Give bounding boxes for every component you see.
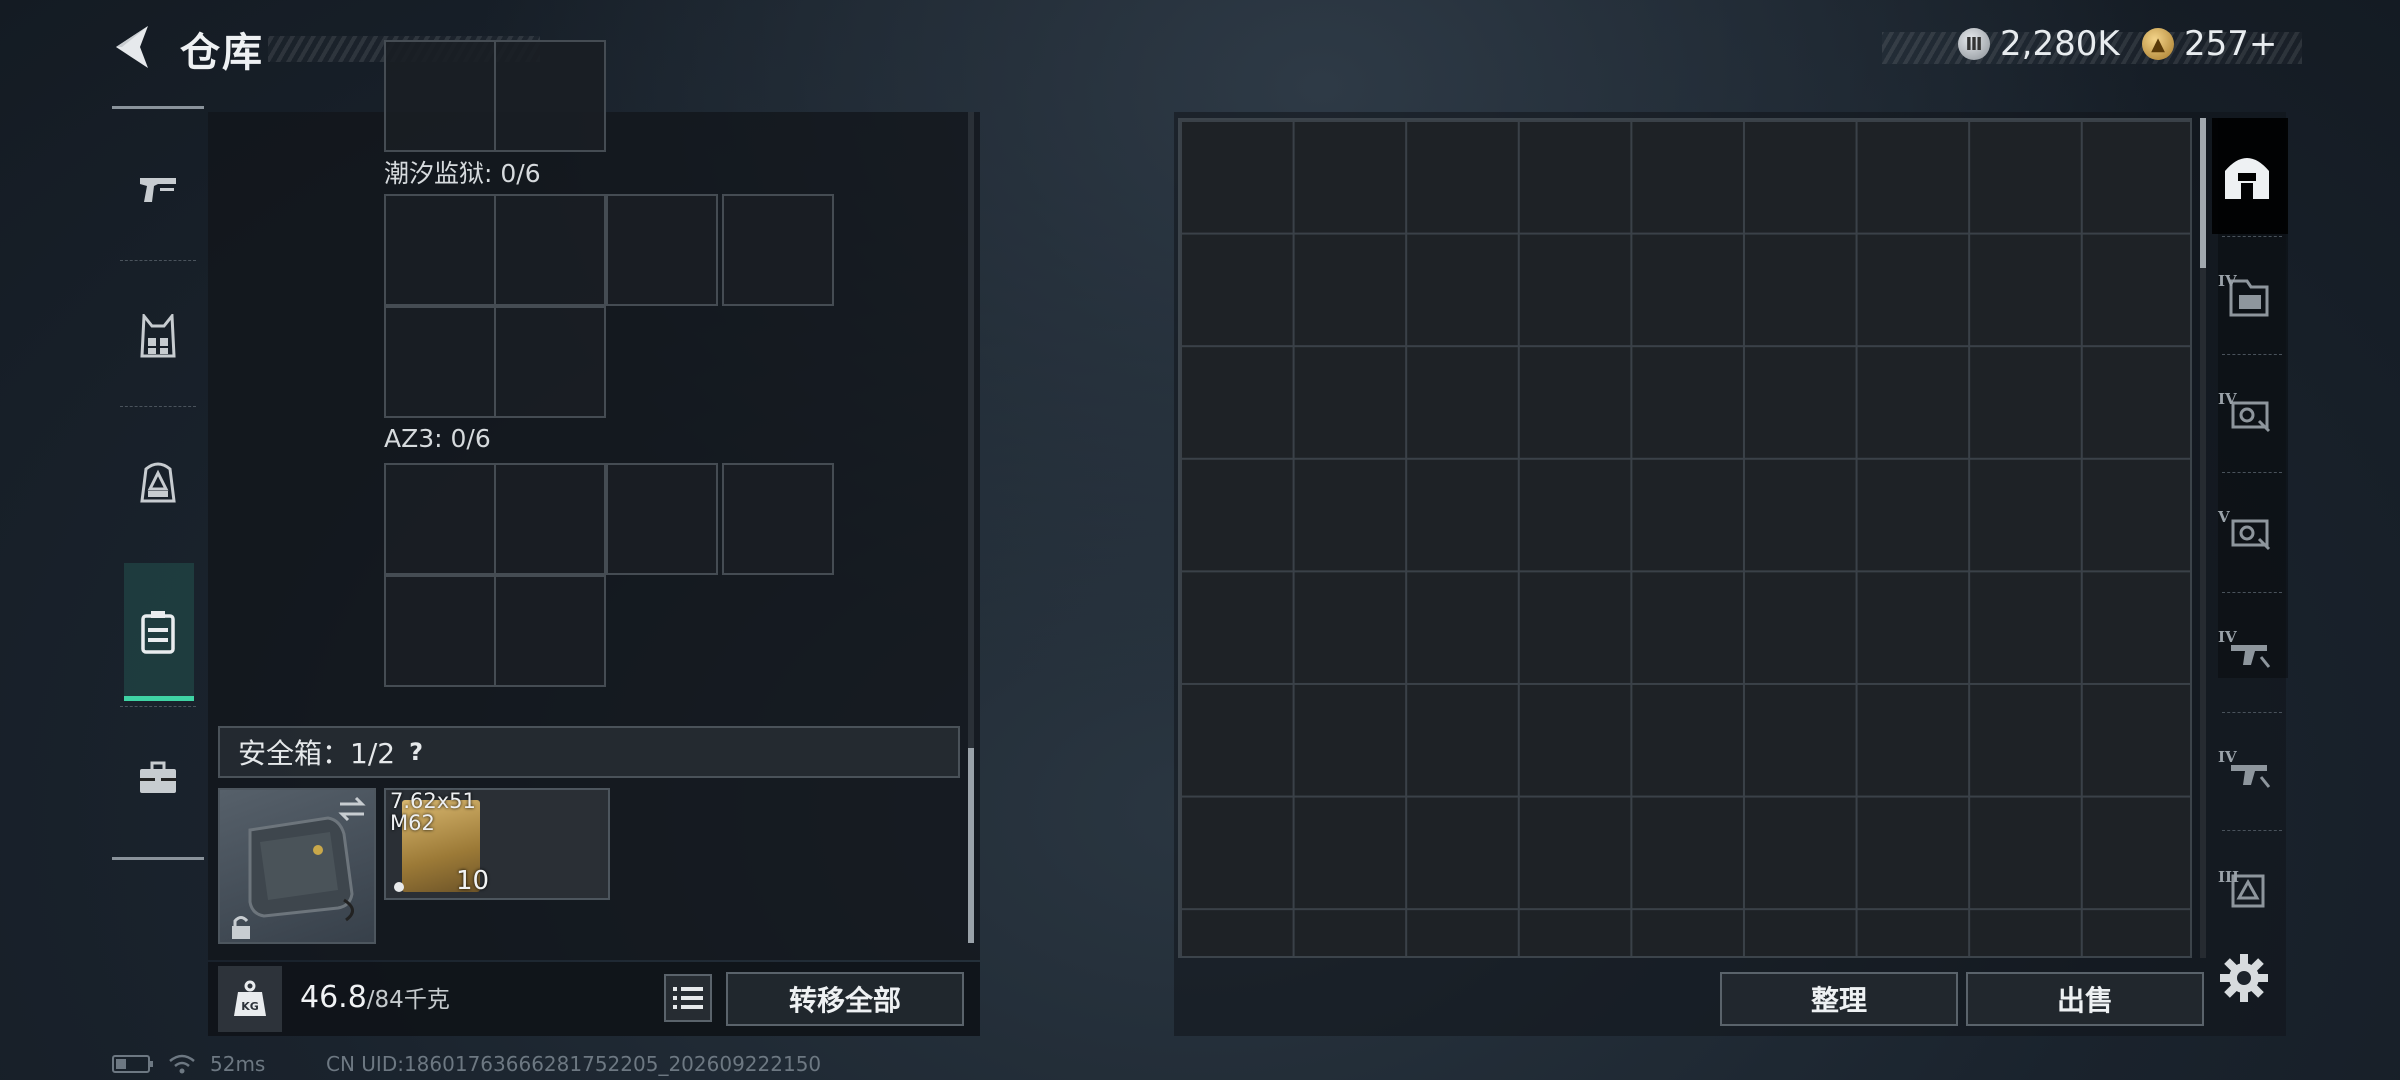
user-id: CN UID:1860176366628175220‌5_20260922215… [326,1052,822,1076]
ammo-name: 7.62x51 M62 [390,789,476,835]
tidy-button[interactable]: 整理 [1720,972,1958,1026]
grid-cell[interactable] [494,306,606,418]
gold-currency[interactable]: ▲ 257+ [2142,24,2277,64]
grid-cell[interactable] [494,463,606,575]
weight-indicator: KG [218,966,282,1032]
tier-label: III [2218,868,2240,886]
nav-weapon[interactable] [112,120,204,260]
grid-cell[interactable] [722,463,834,575]
chest-rig-icon [140,314,176,358]
grid-cell[interactable] [384,306,496,418]
stash-tab-2[interactable]: IV [2214,246,2280,346]
tier-label: IV [2218,390,2237,408]
nav-divider [120,406,196,407]
stash-tab-5[interactable]: IV [2214,602,2280,702]
weight-max: /84千克 [366,987,450,1013]
help-button[interactable]: ? [409,738,423,766]
tier-label: IV [2218,628,2237,646]
nav-safe-case[interactable] [112,562,204,702]
stash-main-icon [2225,158,2269,199]
safe-case-item[interactable] [218,788,376,944]
stash-scroll-thumb[interactable] [2200,118,2206,268]
list-view-button[interactable] [664,974,712,1022]
grid-cell[interactable] [384,463,496,575]
safe-box-label: 安全箱：1/2 [238,737,396,770]
nav-divider [120,706,196,707]
ammo-count: 10 [456,866,490,896]
tab-divider [2222,592,2282,593]
wifi-icon [169,1054,195,1074]
weight-current: 46.8 [300,980,367,1015]
tab-divider [2222,472,2282,473]
grid-cell[interactable] [384,194,496,306]
kg-weight-icon: KG [234,980,266,1016]
svg-text:KG: KG [241,1000,259,1013]
tab-divider [2222,830,2282,831]
tier-label: IV [2218,748,2237,766]
lock-icon [232,916,250,939]
gold-amount: 257+ [2184,24,2278,64]
stash-tab-main[interactable] [2214,126,2280,226]
nav-chest-rig[interactable] [112,266,204,406]
grid-cell[interactable] [606,194,718,306]
pistol-icon [140,178,176,202]
grid-cell[interactable] [722,194,834,306]
tab-divider [2222,354,2282,355]
transfer-all-button[interactable]: 转移全部 [726,972,964,1026]
silver-currency: Ⅲ 2,280K [1958,24,2120,64]
tab-divider [2222,236,2282,237]
briefcase-icon [140,761,176,793]
slot-label: AZ3: 0/6 [384,424,491,453]
settings-gear-icon[interactable] [2216,950,2272,1006]
list-icon [673,987,703,1009]
safe-case-icon [141,611,175,654]
stash-tab-4[interactable]: V [2214,482,2280,582]
grid-cell[interactable] [494,575,606,687]
silver-coin-icon: Ⅲ [1958,28,1990,60]
grid-cell[interactable] [494,194,606,306]
sell-button[interactable]: 出售 [1966,972,2204,1026]
nav-divider [120,260,196,261]
nav-top-rule [112,106,204,109]
tier-label: V [2218,508,2230,526]
stash-tab-6[interactable]: IV [2214,722,2280,822]
tab-divider [2222,712,2282,713]
weight-readout: 46.8/84千克 [300,980,450,1015]
status-bar: 52ms [112,1052,265,1076]
nav-bottom-rule [112,857,204,860]
quality-dot [394,882,404,892]
silver-amount: 2,280K [2000,24,2120,64]
gold-coin-icon: ▲ [2142,28,2174,60]
battery-icon [112,1055,153,1073]
tier-label: IV [2218,272,2237,290]
nav-briefcase[interactable] [112,708,204,848]
swap-icon[interactable] [336,796,368,822]
grid-cell[interactable] [606,463,718,575]
backpack-icon [140,462,176,503]
ping-readout: 52ms [210,1052,266,1076]
stash-grid[interactable] [1178,118,2192,958]
safe-box-header: 安全箱：1/2 ? [218,726,960,778]
slot-label: 潮汐监狱: 0/6 [384,159,541,188]
grid-cell[interactable] [384,575,496,687]
nav-backpack[interactable] [112,412,204,552]
back-icon[interactable] [110,22,156,72]
loadout-scroll-thumb[interactable] [968,748,974,943]
stash-tab-3[interactable]: IV [2214,364,2280,464]
stash-tab-7[interactable]: III [2214,846,2280,936]
